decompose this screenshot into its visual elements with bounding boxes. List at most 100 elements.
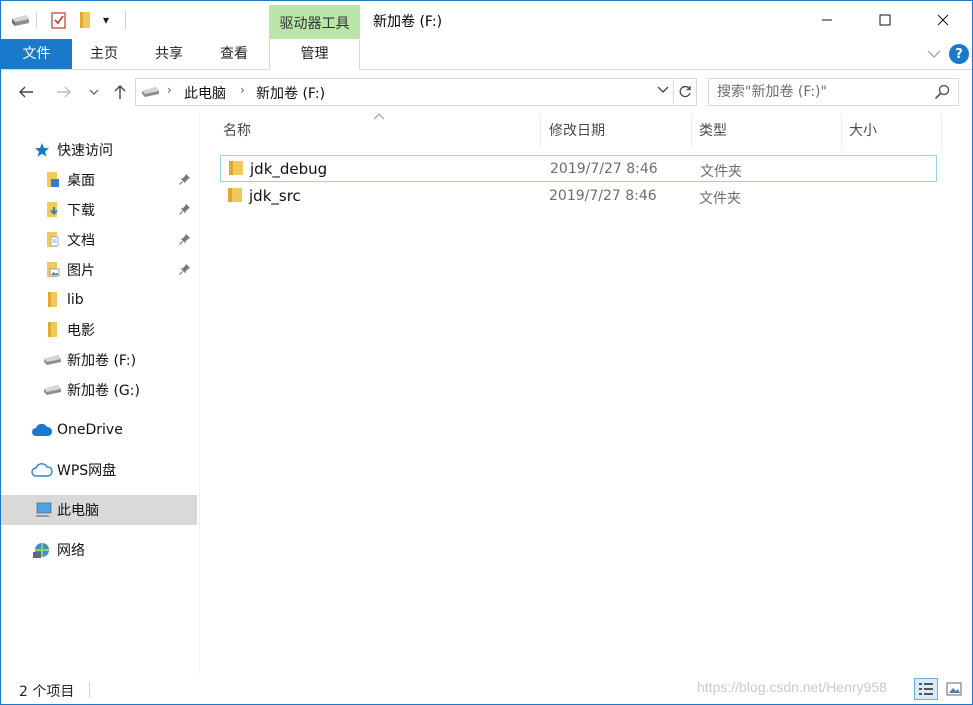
new-folder-icon[interactable] xyxy=(75,1,95,39)
desktop-folder-icon xyxy=(43,171,61,189)
tab-home[interactable]: 主页 xyxy=(76,39,132,69)
drive-tools-context-tab: 驱动器工具 xyxy=(269,5,360,39)
expand-ribbon-button[interactable] xyxy=(923,42,945,66)
column-divider[interactable] xyxy=(941,114,942,148)
help-button[interactable]: ? xyxy=(949,44,969,64)
sidebar-item-onedrive[interactable]: OneDrive xyxy=(1,415,197,445)
details-view-button[interactable] xyxy=(914,678,938,700)
column-header-size[interactable]: 大小 xyxy=(849,114,939,148)
properties-icon[interactable] xyxy=(49,1,69,39)
address-bar[interactable]: › 此电脑 › 新加卷 (F:) xyxy=(135,78,674,106)
qa-divider xyxy=(36,12,37,28)
table-row[interactable]: jdk_src 2019/7/27 8:46 文件夹 xyxy=(220,183,937,210)
breadcrumb-this-pc[interactable]: 此电脑 xyxy=(184,83,226,103)
pin-icon[interactable] xyxy=(179,233,191,248)
title-bar: ▾ 驱动器工具 新加卷 (F:) xyxy=(1,1,972,39)
item-count: 2 个项目 xyxy=(19,684,75,700)
address-history-dropdown[interactable] xyxy=(657,84,669,97)
tab-view[interactable]: 查看 xyxy=(206,39,262,69)
column-divider[interactable] xyxy=(841,114,842,148)
sidebar-item-quick-access[interactable]: 快速访问 xyxy=(1,135,197,165)
status-bar: 2 个项目 https://blog.csdn.net/Henry958 xyxy=(1,676,972,704)
minimize-button[interactable] xyxy=(798,1,856,39)
up-button[interactable] xyxy=(109,79,131,105)
drive-icon[interactable] xyxy=(9,1,31,39)
close-button[interactable] xyxy=(914,1,972,39)
file-type: 文件夹 xyxy=(700,164,742,180)
status-divider xyxy=(89,682,90,698)
refresh-button[interactable] xyxy=(674,78,697,106)
sidebar-item-pictures[interactable]: 图片 xyxy=(1,255,197,285)
tab-manage[interactable]: 管理 xyxy=(269,39,360,70)
sidebar-item-label: 快速访问 xyxy=(57,143,113,159)
computer-icon xyxy=(34,501,52,519)
drive-icon xyxy=(140,86,160,102)
maximize-icon xyxy=(879,14,891,26)
close-icon xyxy=(937,14,949,26)
forward-button[interactable] xyxy=(53,79,75,105)
onedrive-cloud-icon xyxy=(31,421,53,439)
details-view-icon xyxy=(919,683,933,695)
sidebar-item-movies[interactable]: 电影 xyxy=(1,315,197,345)
table-row[interactable]: jdk_debug 2019/7/27 8:46 文件夹 xyxy=(220,155,937,182)
sidebar-item-this-pc[interactable]: 此电脑 xyxy=(1,495,197,525)
sidebar-item-label: 电影 xyxy=(67,323,95,339)
sidebar-item-network[interactable]: 网络 xyxy=(1,535,197,565)
star-icon xyxy=(33,141,51,159)
column-divider[interactable] xyxy=(691,114,692,148)
breadcrumb-drive-f[interactable]: 新加卷 (F:) xyxy=(256,83,325,103)
tab-share[interactable]: 共享 xyxy=(141,39,197,69)
sidebar-item-drive-f[interactable]: 新加卷 (F:) xyxy=(1,345,197,375)
file-date: 2019/7/27 8:46 xyxy=(550,161,658,177)
large-icons-view-button[interactable] xyxy=(942,678,966,700)
folder-icon xyxy=(229,161,243,175)
large-icons-view-icon xyxy=(946,682,962,696)
sidebar-item-drive-g[interactable]: 新加卷 (G:) xyxy=(1,375,197,405)
arrow-left-icon xyxy=(19,86,33,98)
sidebar-item-documents[interactable]: 文档 xyxy=(1,225,197,255)
column-header-date[interactable]: 修改日期 xyxy=(549,114,689,148)
file-name: jdk_debug xyxy=(250,160,328,178)
maximize-button[interactable] xyxy=(856,1,914,39)
recent-locations-button[interactable] xyxy=(87,79,101,105)
sidebar-item-label: 网络 xyxy=(57,543,85,559)
search-icon[interactable] xyxy=(934,84,950,100)
drive-icon xyxy=(42,351,62,369)
wps-cloud-icon xyxy=(31,461,53,479)
column-header-name[interactable]: 名称 xyxy=(223,114,538,148)
arrow-right-icon xyxy=(57,86,71,98)
folder-icon xyxy=(43,291,61,309)
explorer-window: ▾ 驱动器工具 新加卷 (F:) 文件 主页 共享 查看 管理 ? › 此电脑 … xyxy=(0,0,973,705)
pin-icon[interactable] xyxy=(179,203,191,218)
folder-icon xyxy=(43,321,61,339)
qa-separator xyxy=(125,10,126,30)
folder-icon xyxy=(228,188,242,202)
back-button[interactable] xyxy=(15,79,37,105)
sidebar-item-label: 图片 xyxy=(67,263,95,279)
sidebar-item-label: 此电脑 xyxy=(57,503,99,519)
sidebar-item-downloads[interactable]: 下载 xyxy=(1,195,197,225)
breadcrumb-chevron-icon[interactable]: › xyxy=(240,83,245,97)
ribbon: 文件 主页 共享 查看 管理 ? xyxy=(1,39,972,70)
column-divider[interactable] xyxy=(540,114,541,148)
sidebar-item-lib[interactable]: lib xyxy=(1,285,197,315)
chevron-down-icon xyxy=(657,86,669,93)
drive-tools-label: 驱动器工具 xyxy=(279,16,350,32)
search-box[interactable] xyxy=(708,78,959,106)
qa-customize-dropdown[interactable]: ▾ xyxy=(99,1,113,39)
search-input[interactable] xyxy=(717,83,927,101)
pin-icon[interactable] xyxy=(179,173,191,188)
sidebar-item-desktop[interactable]: 桌面 xyxy=(1,165,197,195)
sidebar-item-label: lib xyxy=(67,292,84,308)
network-icon xyxy=(32,541,52,559)
sidebar-item-wps[interactable]: WPS网盘 xyxy=(1,455,197,485)
chevron-down-icon xyxy=(927,50,941,58)
window-title: 新加卷 (F:) xyxy=(373,14,443,30)
documents-folder-icon xyxy=(43,231,61,249)
breadcrumb-chevron-icon[interactable]: › xyxy=(167,83,172,97)
column-header-type[interactable]: 类型 xyxy=(699,114,839,148)
tab-file[interactable]: 文件 xyxy=(1,39,72,69)
pin-icon[interactable] xyxy=(179,263,191,278)
sidebar-item-label: 下载 xyxy=(67,203,95,219)
arrow-up-icon xyxy=(114,85,126,99)
